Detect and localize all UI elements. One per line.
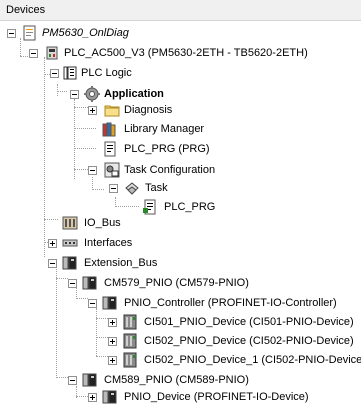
tree-item-ci501-device[interactable]: CI501_PNIO_Device (CI501-PNIO-Device) xyxy=(0,313,361,331)
tree-item-plc-logic[interactable]: PLC Logic xyxy=(0,64,361,82)
collapse-toggle[interactable] xyxy=(109,184,118,193)
expand-toggle[interactable] xyxy=(108,318,117,327)
panel-title: Devices xyxy=(6,4,46,16)
task-config-icon xyxy=(104,162,120,178)
collapse-toggle[interactable] xyxy=(7,29,16,38)
collapse-toggle[interactable] xyxy=(88,166,97,175)
tree-item-label: PLC_AC500_V3 (PM5630-2ETH - TB5620-2ETH) xyxy=(64,47,308,59)
tree-item-label: CI502_PNIO_Device_1 (CI502-PNIO-Device) xyxy=(144,354,361,366)
tree-item-label: Diagnosis xyxy=(124,104,173,116)
interfaces-icon xyxy=(62,239,78,247)
expand-toggle[interactable] xyxy=(88,393,97,402)
tree-item-interfaces[interactable]: Interfaces xyxy=(0,234,361,252)
expand-toggle[interactable] xyxy=(108,356,117,365)
profinet-device-icon xyxy=(102,390,117,404)
tree-item-cm579[interactable]: CM579_PNIO (CM579-PNIO) xyxy=(0,274,361,292)
collapse-toggle[interactable] xyxy=(70,90,79,99)
communication-module-icon xyxy=(82,373,97,387)
communication-module-icon xyxy=(82,276,97,290)
task-icon xyxy=(125,182,139,195)
tree-item-diagnosis[interactable]: Diagnosis xyxy=(0,101,361,119)
collapse-toggle[interactable] xyxy=(29,49,38,58)
tree-item-label: CM579_PNIO (CM579-PNIO) xyxy=(104,277,249,289)
library-books-icon xyxy=(102,122,116,137)
tree-item-pnio-controller[interactable]: PNIO_Controller (PROFINET-IO-Controller) xyxy=(0,294,361,312)
program-call-icon xyxy=(143,199,156,215)
tree-item-label: Interfaces xyxy=(84,237,133,249)
collapse-toggle[interactable] xyxy=(50,69,59,78)
tree-item-extension-bus[interactable]: Extension_Bus xyxy=(0,254,361,272)
tree-item-ci502-device[interactable]: CI502_PNIO_Device (CI502-PNIO-Device) xyxy=(0,332,361,350)
tree-item-label: CM589_PNIO (CM589-PNIO) xyxy=(104,374,249,386)
extension-bus-icon xyxy=(62,256,77,270)
tree-item-task-configuration[interactable]: Task Configuration xyxy=(0,161,361,179)
tree-item-label: PLC Logic xyxy=(81,67,132,79)
tree-item-library-manager[interactable]: Library Manager xyxy=(0,120,361,138)
tree-item-project[interactable]: PM5630_OnlDiag xyxy=(0,24,361,42)
profinet-device-icon xyxy=(123,314,137,330)
io-bus-icon xyxy=(62,216,78,230)
tree-item-cm589[interactable]: CM589_PNIO (CM589-PNIO) xyxy=(0,371,361,389)
program-icon xyxy=(104,141,116,157)
plc-logic-icon xyxy=(63,66,77,80)
tree-item-label: PNIO_Device (PROFINET-IO-Device) xyxy=(124,391,309,403)
plc-device-icon xyxy=(46,46,58,60)
tree-item-plc-prg[interactable]: PLC_PRG (PRG) xyxy=(0,140,361,158)
tree-item-label: Extension_Bus xyxy=(84,257,158,269)
expand-toggle[interactable] xyxy=(48,239,57,248)
profinet-device-icon xyxy=(123,333,137,349)
devices-panel-header: Devices xyxy=(0,0,361,21)
folder-icon xyxy=(104,105,120,117)
profinet-controller-icon xyxy=(102,296,117,310)
tree-item-label: Library Manager xyxy=(124,123,205,135)
collapse-toggle[interactable] xyxy=(68,279,77,288)
collapse-toggle[interactable] xyxy=(68,376,77,385)
profinet-device-icon xyxy=(123,352,137,368)
tree-item-label: PM5630_OnlDiag xyxy=(42,27,129,39)
tree-item-io-bus[interactable]: IO_Bus xyxy=(0,214,361,232)
tree-item-label: Task Configuration xyxy=(124,164,216,176)
tree-item-label: PNIO_Controller (PROFINET-IO-Controller) xyxy=(124,297,337,309)
application-gear-icon xyxy=(84,86,100,102)
tree-item-task[interactable]: Task xyxy=(0,179,361,197)
tree-item-label: IO_Bus xyxy=(84,217,121,229)
expand-toggle[interactable] xyxy=(88,106,97,115)
tree-item-label: PLC_PRG (PRG) xyxy=(124,143,210,155)
device-tree[interactable]: PM5630_OnlDiag PLC_AC500_V3 (PM5630-2ETH… xyxy=(0,21,361,405)
tree-item-pnio-device[interactable]: PNIO_Device (PROFINET-IO-Device) xyxy=(0,388,361,406)
tree-item-label: Task xyxy=(145,182,168,194)
expand-toggle[interactable] xyxy=(108,337,117,346)
tree-item-ci502-device-1[interactable]: CI502_PNIO_Device_1 (CI502-PNIO-Device) xyxy=(0,351,361,369)
tree-item-label: CI501_PNIO_Device (CI501-PNIO-Device) xyxy=(144,316,354,328)
tree-item-label: CI502_PNIO_Device (CI502-PNIO-Device) xyxy=(144,335,354,347)
project-icon xyxy=(23,25,36,41)
collapse-toggle[interactable] xyxy=(88,299,97,308)
tree-item-plc-device[interactable]: PLC_AC500_V3 (PM5630-2ETH - TB5620-2ETH) xyxy=(0,44,361,62)
collapse-toggle[interactable] xyxy=(48,259,57,268)
